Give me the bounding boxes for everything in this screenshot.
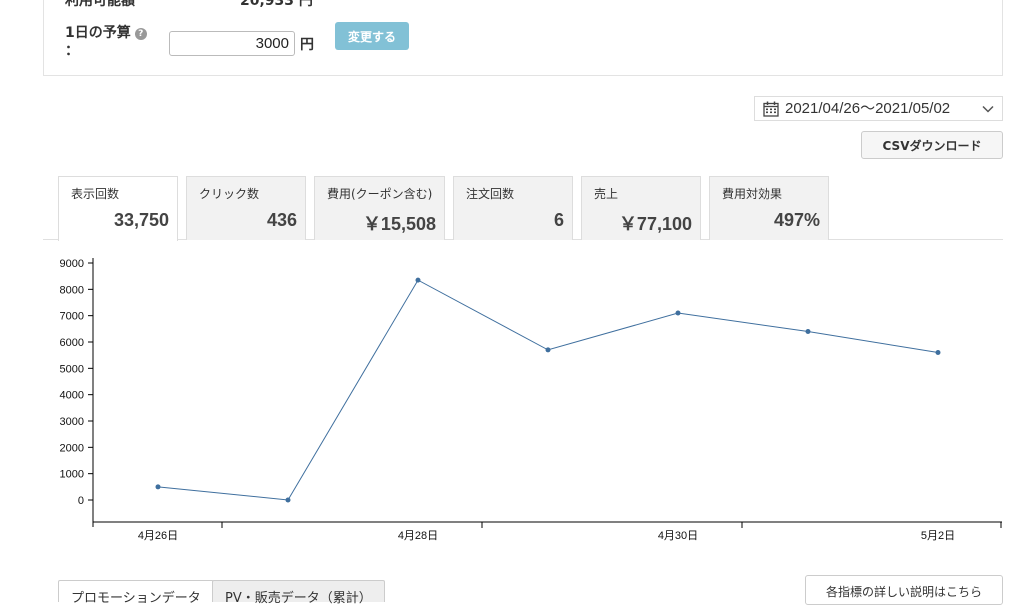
daily-budget-input[interactable] <box>169 31 295 56</box>
metric-tab-value: 436 <box>266 210 297 230</box>
x-tick-label: 4月28日 <box>398 530 438 542</box>
data-point <box>675 310 681 316</box>
data-point <box>805 328 811 334</box>
data-point <box>935 350 941 356</box>
y-tick-label: 1000 <box>60 469 84 481</box>
metric-tab-cost[interactable]: 費用(クーポン含む) ￥15,508 <box>314 176 445 240</box>
y-tick-label: 0 <box>78 495 84 507</box>
metric-tab-value: 33,750 <box>113 210 169 230</box>
data-point <box>545 347 551 353</box>
tab-pv-sales-data[interactable]: PV・販売データ（累計） <box>212 580 385 606</box>
metric-tab-clicks[interactable]: クリック数 436 <box>186 176 306 240</box>
daily-budget-label-text: 1日の予算 <box>65 25 131 41</box>
series-line <box>157 279 939 501</box>
metric-tab-value: 497% <box>773 210 820 230</box>
date-range-text: 2021/04/26〜2021/05/02 <box>785 100 951 117</box>
y-tick-label: 9000 <box>60 258 84 270</box>
metric-tab-label: 表示回数 <box>71 187 120 201</box>
y-tick-label: 5000 <box>60 363 84 375</box>
data-point <box>155 484 161 490</box>
currency-unit: 円 <box>300 37 314 53</box>
calendar-icon <box>763 101 779 117</box>
date-range-picker[interactable]: 2021/04/26〜2021/05/02 <box>754 96 1003 121</box>
change-budget-button[interactable]: 変更する <box>335 22 409 50</box>
y-tick-label: 7000 <box>60 311 84 323</box>
metric-tab-label: クリック数 <box>199 187 260 201</box>
daily-budget-colon: ： <box>65 43 79 59</box>
metric-tab-label: 売上 <box>594 187 619 201</box>
metric-tab-label: 費用対効果 <box>722 187 783 201</box>
x-tick-label: 5月2日 <box>921 530 955 542</box>
chevron-down-icon <box>982 105 994 113</box>
metric-tab-roas[interactable]: 費用対効果 497% <box>709 176 829 240</box>
tab-promotion-data[interactable]: プロモーションデータ <box>58 580 214 606</box>
metric-tab-orders[interactable]: 注文回数 6 <box>453 176 573 240</box>
x-tick-label: 4月26日 <box>138 530 178 542</box>
data-point <box>285 497 291 503</box>
y-tick-label: 8000 <box>60 284 84 296</box>
metric-tab-label: 費用(クーポン含む) <box>327 187 433 201</box>
daily-budget-label: 1日の予算? ： <box>65 24 147 60</box>
y-tick-label: 3000 <box>60 416 84 428</box>
available-amount-label: 利用可能額 <box>65 0 135 9</box>
metric-tab-value: ￥77,100 <box>618 214 692 234</box>
available-amount-value: 20,933 円 <box>240 0 313 9</box>
csv-download-button[interactable]: CSVダウンロード <box>861 131 1003 159</box>
y-tick-label: 6000 <box>60 337 84 349</box>
metric-tab-value: 6 <box>553 210 564 230</box>
metric-tab-sales[interactable]: 売上 ￥77,100 <box>581 176 701 240</box>
y-tick-label: 4000 <box>60 390 84 402</box>
y-tick-label: 2000 <box>60 442 84 454</box>
metric-tab-value: ￥15,508 <box>362 214 436 234</box>
available-amount-row: 利用可能額 20,933 円 <box>65 0 313 10</box>
metrics-help-button[interactable]: 各指標の詳しい説明はこちら <box>805 575 1003 605</box>
help-icon[interactable]: ? <box>134 28 147 40</box>
data-point <box>415 277 421 283</box>
impressions-line-chart: 0 1000 2000 3000 4000 5000 6000 7000 8000 9000 4月2… <box>60 258 1002 542</box>
x-tick-label: 4月30日 <box>658 530 698 542</box>
metric-tab-label: 注文回数 <box>466 187 515 201</box>
metric-tab-impressions[interactable]: 表示回数 33,750 <box>58 176 178 241</box>
